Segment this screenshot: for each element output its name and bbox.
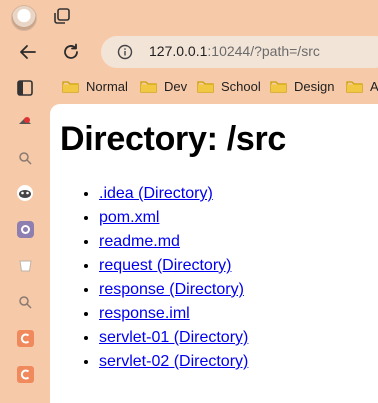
navigation-bar: 127.0.0.1:10244/?path=/src <box>0 34 378 70</box>
entry-link[interactable]: response (Directory) <box>99 281 244 298</box>
arrow-left-icon <box>20 45 36 59</box>
sidebar <box>0 70 50 403</box>
bookmark-label: School <box>221 78 261 94</box>
app-icon <box>19 117 31 124</box>
tab-actions-icon[interactable] <box>52 6 72 26</box>
sidebar-app-1[interactable] <box>15 112 35 132</box>
list-item: servlet-01 (Directory) <box>99 326 248 350</box>
bookmark-folder-design[interactable]: Design <box>270 74 334 98</box>
sidebar-app-4[interactable] <box>15 255 35 275</box>
list-item: request (Directory) <box>99 254 248 278</box>
sidebar-toggle-button[interactable] <box>15 78 35 98</box>
folder-icon <box>62 80 79 93</box>
bookmark-folder-dev[interactable]: Dev <box>140 74 187 98</box>
url-text[interactable]: 127.0.0.1:10244/?path=/src <box>149 43 320 59</box>
address-bar[interactable]: 127.0.0.1:10244/?path=/src <box>101 36 378 68</box>
sidebar-app-5[interactable] <box>15 328 35 348</box>
sidebar-search-2[interactable] <box>15 292 35 312</box>
bookmark-label: Normal <box>86 78 128 94</box>
entry-link[interactable]: readme.md <box>99 233 180 250</box>
sidebar-panel-icon <box>17 80 33 96</box>
site-info-icon[interactable] <box>117 44 133 60</box>
entry-link[interactable]: request (Directory) <box>99 257 231 274</box>
bookmark-folder-school[interactable]: School <box>197 74 261 98</box>
entry-link[interactable]: response.iml <box>99 305 190 322</box>
list-item: readme.md <box>99 230 248 254</box>
raccoon-app-icon <box>17 185 33 201</box>
list-item: .idea (Directory) <box>99 182 248 206</box>
bookmarks-bar: Normal Dev School Design A <box>52 74 378 98</box>
entry-link[interactable]: servlet-01 (Directory) <box>99 329 248 346</box>
bookmark-label: Dev <box>164 78 188 94</box>
folder-icon <box>140 80 157 93</box>
url-host: 127.0.0.1 <box>149 43 208 59</box>
reload-icon <box>64 43 78 59</box>
c-app-icon <box>16 329 34 347</box>
folder-icon <box>197 80 214 93</box>
list-item: response (Directory) <box>99 278 248 302</box>
folder-icon <box>270 80 287 93</box>
sidebar-app-2[interactable] <box>15 183 35 203</box>
entry-link[interactable]: .idea (Directory) <box>99 185 213 202</box>
url-path: :10244/?path=/src <box>207 43 320 59</box>
cup-app-icon <box>18 260 32 271</box>
sidebar-search-1[interactable] <box>15 148 35 168</box>
search-icon <box>19 296 32 309</box>
search-icon <box>19 152 32 165</box>
github-app-icon <box>16 220 34 238</box>
folder-icon <box>346 80 363 93</box>
bookmark-folder-normal[interactable]: Normal <box>62 74 128 98</box>
directory-list: .idea (Directory) pom.xml readme.md requ… <box>60 182 248 374</box>
bookmark-label: A <box>370 78 378 94</box>
entry-link[interactable]: servlet-02 (Directory) <box>99 353 248 370</box>
bookmark-label: Design <box>294 78 335 94</box>
sidebar-app-3[interactable] <box>15 219 35 239</box>
back-button[interactable] <box>14 38 42 66</box>
title-bar <box>0 0 378 34</box>
list-item: servlet-02 (Directory) <box>99 350 248 374</box>
list-item: response.iml <box>99 302 248 326</box>
entry-link[interactable]: pom.xml <box>99 209 159 226</box>
bookmark-folder-a[interactable]: A <box>346 74 378 98</box>
profile-avatar[interactable] <box>11 5 37 31</box>
list-item: pom.xml <box>99 206 248 230</box>
reload-button[interactable] <box>57 38 85 66</box>
page-content: Directory: /src .idea (Directory) pom.xm… <box>50 104 378 403</box>
page-title: Directory: /src <box>60 120 287 158</box>
sidebar-app-6[interactable] <box>15 364 35 384</box>
c-app-icon <box>16 365 34 383</box>
